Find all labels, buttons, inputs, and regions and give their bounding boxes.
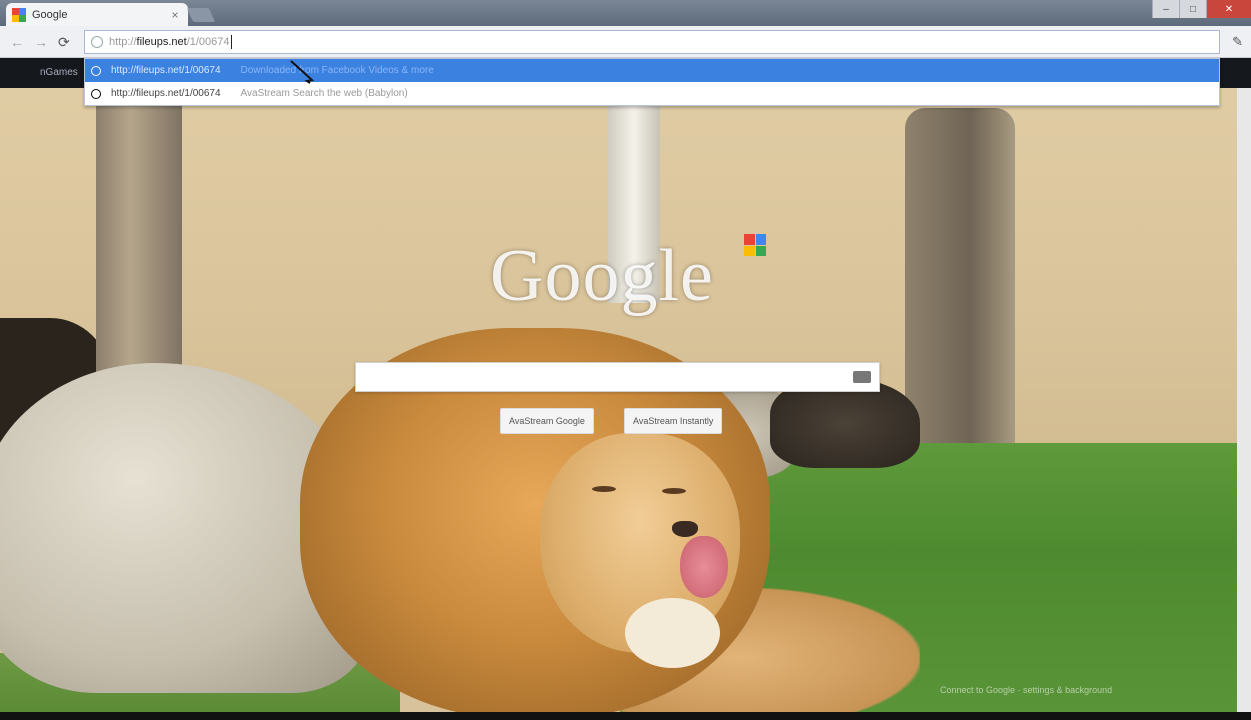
text-caret <box>230 35 232 49</box>
lion-muzzle <box>625 598 720 668</box>
globe-icon <box>91 65 101 76</box>
forward-arrow-icon[interactable]: → <box>34 34 48 50</box>
window-close-icon[interactable]: ✕ <box>1206 0 1251 18</box>
keyboard-icon[interactable] <box>853 371 871 383</box>
suggestion-item[interactable]: http://fileups.net/1/00674 Downloaded fr… <box>85 59 1219 82</box>
lion-tongue <box>680 536 728 598</box>
scrollbar[interactable] <box>1237 88 1251 712</box>
omnibox-suggestions: http://fileups.net/1/00674 Downloaded fr… <box>84 58 1220 106</box>
title-bar: Google × – □ ✕ <box>0 0 1251 26</box>
background-rock <box>905 108 1015 458</box>
lion-nose <box>672 521 698 537</box>
google-favicon-icon <box>12 7 26 22</box>
new-tab-button[interactable] <box>186 8 216 22</box>
address-host: fileups.net <box>136 36 187 48</box>
back-arrow-icon[interactable]: ← <box>10 34 24 50</box>
bookmark-item[interactable]: nGames <box>40 67 78 78</box>
tab-google[interactable]: Google × <box>6 3 188 26</box>
address-bar[interactable]: http:// fileups.net /1/00674 <box>84 30 1220 54</box>
minimize-icon[interactable]: – <box>1152 0 1179 18</box>
google-logo: Google <box>490 235 714 317</box>
address-scheme: http:// <box>109 36 137 48</box>
suggestion-description: AvaStream Search the web (Babylon) <box>240 88 408 99</box>
search-button[interactable]: AvaStream Google <box>500 408 594 434</box>
lion-eye <box>662 488 686 494</box>
search-icon <box>91 88 101 99</box>
footer-text[interactable]: Connect to Google · settings & backgroun… <box>940 685 1112 695</box>
background-post <box>96 88 182 388</box>
lion-eye <box>592 486 616 492</box>
suggestion-url: http://fileups.net/1/00674 <box>111 65 221 76</box>
tab-close-icon[interactable]: × <box>168 8 182 22</box>
apps-grid-icon[interactable] <box>744 234 766 256</box>
window-controls: – □ ✕ <box>1152 0 1251 18</box>
bottom-edge <box>0 712 1251 720</box>
lucky-button[interactable]: AvaStream Instantly <box>624 408 723 434</box>
search-input[interactable] <box>355 362 880 392</box>
mouse-pointer-icon <box>290 60 315 84</box>
suggestion-url: http://fileups.net/1/00674 <box>111 88 221 99</box>
wrench-icon[interactable]: ✎ <box>1232 34 1243 50</box>
suggestion-description: Downloaded from Facebook Videos & more <box>240 65 434 76</box>
browser-toolbar: ← → ⟳ http:// fileups.net /1/00674 ✎ <box>0 26 1251 58</box>
maximize-icon[interactable]: □ <box>1179 0 1206 18</box>
address-path: /1/00674 <box>186 36 230 48</box>
page-info-icon <box>91 36 103 48</box>
reload-icon[interactable]: ⟳ <box>58 34 70 51</box>
tab-title: Google <box>32 8 68 21</box>
suggestion-item[interactable]: http://fileups.net/1/00674 AvaStream Sea… <box>85 82 1219 105</box>
new-tab-page: Google AvaStream Google AvaStream Instan… <box>0 88 1237 712</box>
